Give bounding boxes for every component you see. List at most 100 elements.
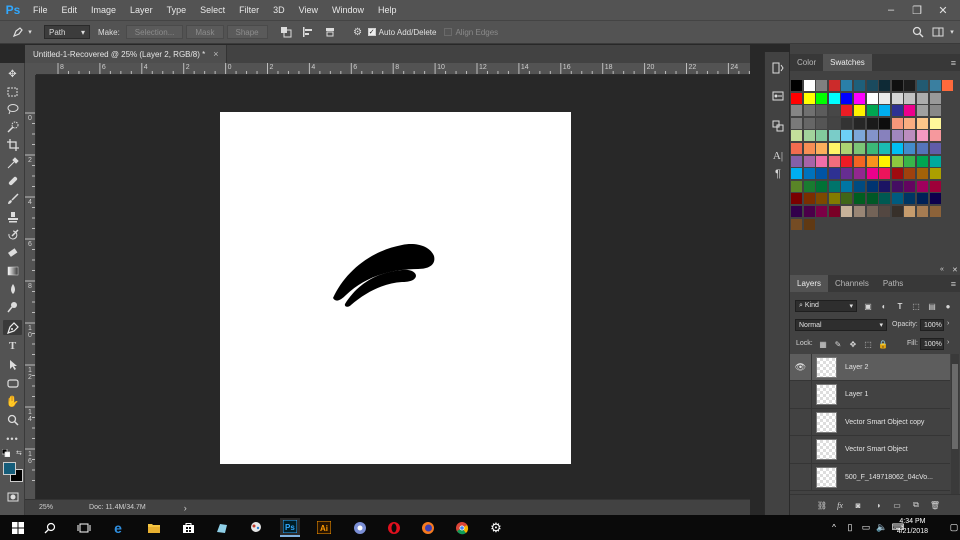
marquee-tool-icon[interactable] (3, 84, 22, 99)
blur-tool-icon[interactable] (3, 281, 22, 296)
new-layer-icon[interactable]: ⧉ (910, 499, 922, 511)
color-swatch[interactable] (803, 92, 815, 104)
color-swatch[interactable] (841, 206, 853, 217)
color-swatch[interactable] (854, 92, 865, 104)
swatches-menu-icon[interactable]: ≡ (951, 58, 956, 68)
color-swatch[interactable] (816, 105, 828, 117)
color-swatch[interactable] (891, 143, 903, 154)
color-swatch[interactable] (917, 206, 928, 217)
gradient-tool-icon[interactable] (3, 263, 22, 278)
color-swatch[interactable] (791, 80, 802, 91)
tab-paths[interactable]: Paths (876, 275, 910, 292)
opacity-field[interactable]: 100% (920, 319, 944, 331)
link-icon[interactable]: ⛓ (816, 499, 828, 511)
file-explorer-icon[interactable] (144, 518, 164, 537)
color-swatch[interactable] (929, 105, 941, 117)
quick-selection-tool-icon[interactable] (3, 119, 22, 134)
filter-smart-object-icon[interactable]: ▤ (926, 300, 938, 312)
color-swatch[interactable] (866, 80, 878, 91)
path-alignment-icon[interactable] (300, 24, 316, 40)
color-swatch[interactable] (803, 143, 815, 154)
color-swatch[interactable] (841, 130, 853, 142)
windows-start-icon[interactable] (8, 518, 28, 537)
color-swatch[interactable] (917, 180, 928, 192)
crop-tool-icon[interactable] (3, 137, 22, 152)
canvas-workspace[interactable] (36, 75, 750, 499)
filter-shape-icon[interactable]: ⬚ (910, 300, 922, 312)
blend-mode-select[interactable]: Normal ▾ (795, 319, 887, 331)
pen-mode-select[interactable]: Path ▾ (44, 25, 90, 39)
color-swatch[interactable] (803, 80, 815, 91)
lock-artboard-icon[interactable]: ⬚ (862, 338, 874, 350)
color-swatch[interactable] (828, 117, 840, 129)
color-swatch[interactable] (879, 193, 891, 205)
color-swatch[interactable] (854, 180, 865, 192)
color-swatch[interactable] (917, 92, 928, 104)
photoshop-taskbar-icon[interactable]: Ps (280, 518, 300, 537)
zoom-tool-icon[interactable] (3, 412, 22, 427)
color-swatch[interactable] (904, 117, 916, 129)
clone-stamp-tool-icon[interactable] (3, 209, 22, 224)
paragraph-panel-icon[interactable]: ¶ (769, 166, 787, 182)
make-selection-button[interactable]: Selection... (125, 25, 184, 39)
color-swatch[interactable] (841, 155, 853, 167)
filter-adjustment-icon[interactable]: ◐ (878, 300, 890, 312)
color-swatch[interactable] (904, 206, 916, 217)
illustrator-taskbar-icon[interactable]: Ai (314, 518, 334, 537)
color-swatch[interactable] (929, 168, 941, 180)
color-swatch[interactable] (854, 206, 865, 217)
color-swatch[interactable] (929, 130, 941, 142)
color-swatch[interactable] (816, 143, 828, 154)
color-swatch[interactable] (929, 206, 941, 217)
color-swatch[interactable] (891, 130, 903, 142)
folder-icon[interactable]: ▭ (891, 499, 903, 511)
trash-icon[interactable]: 🗑 (929, 499, 941, 511)
color-swatch[interactable] (803, 130, 815, 142)
color-swatch[interactable] (891, 80, 903, 91)
color-swatch[interactable] (841, 105, 853, 117)
layer-row[interactable]: 500_F_149718062_04cVo... (790, 463, 950, 491)
vertical-ruler[interactable]: 0 2 4 6 8 1 0 1 2 1 4 1 6 (25, 75, 36, 499)
color-swatch[interactable] (917, 117, 928, 129)
color-swatch[interactable] (791, 218, 802, 230)
move-tool-icon[interactable]: ✥ (3, 67, 22, 82)
color-swatch[interactable] (866, 180, 878, 192)
visibility-eye-icon[interactable] (790, 381, 812, 408)
color-swatch[interactable] (917, 143, 928, 154)
color-swatch[interactable] (791, 168, 802, 180)
color-swatch[interactable] (854, 168, 865, 180)
color-swatch[interactable] (791, 180, 802, 192)
color-swatch[interactable] (803, 206, 815, 217)
color-swatch[interactable] (791, 155, 802, 167)
color-swatch[interactable] (854, 130, 865, 142)
color-swatch[interactable] (929, 155, 941, 167)
color-swatch[interactable] (816, 180, 828, 192)
quick-mask-icon[interactable] (3, 489, 22, 504)
color-swatch[interactable] (904, 168, 916, 180)
firefox-browser-icon[interactable] (418, 518, 438, 537)
layer-row[interactable]: 👁 Layer 2 (790, 353, 950, 381)
color-swatch[interactable] (841, 92, 853, 104)
color-swatch[interactable] (791, 193, 802, 205)
color-swatch[interactable] (828, 155, 840, 167)
color-swatch[interactable] (854, 155, 865, 167)
color-swatch[interactable] (816, 130, 828, 142)
color-swatch[interactable] (866, 155, 878, 167)
color-swatch[interactable] (803, 117, 815, 129)
color-swatch[interactable] (904, 105, 916, 117)
color-swatch[interactable] (791, 143, 802, 154)
color-swatch[interactable] (879, 155, 891, 167)
color-swatch[interactable] (803, 168, 815, 180)
pen-tool-icon[interactable] (3, 320, 22, 335)
color-swatch[interactable] (816, 80, 828, 91)
layer-filter-select[interactable]: ⌕ Kind ▾ (795, 300, 857, 312)
color-swatch[interactable] (791, 105, 802, 117)
minimize-button[interactable]: – (878, 0, 904, 20)
color-swatch[interactable] (828, 80, 840, 91)
color-swatch[interactable] (791, 117, 802, 129)
color-swatch[interactable] (828, 143, 840, 154)
color-swatch[interactable] (891, 105, 903, 117)
layers-scrollbar[interactable] (951, 354, 959, 494)
task-view-icon[interactable] (74, 518, 94, 537)
color-swatch[interactable] (866, 105, 878, 117)
